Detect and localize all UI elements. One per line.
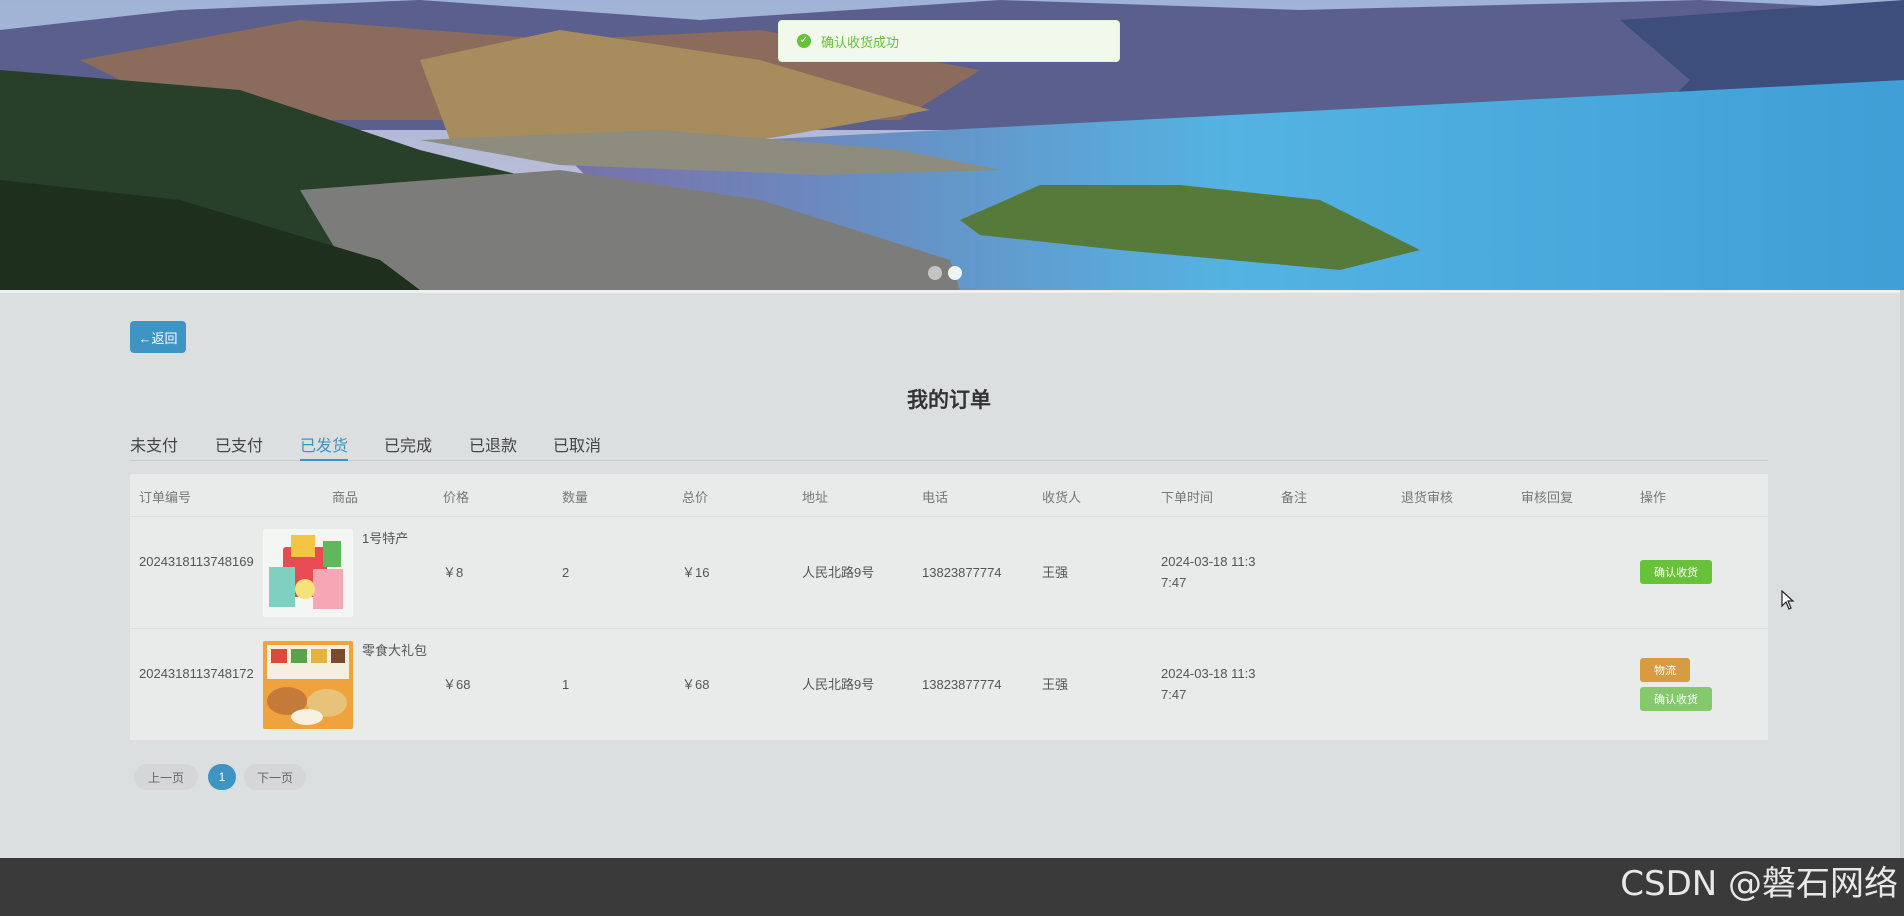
confirm-receipt-button[interactable]: 确认收货 [1640, 560, 1712, 584]
address: 人民北路9号 [802, 677, 875, 692]
logistics-button[interactable]: 物流 [1640, 658, 1690, 682]
header-price: 价格 [443, 490, 470, 505]
carousel-dots[interactable] [928, 266, 962, 280]
header-address: 地址 [802, 490, 829, 505]
order-no: 2024318113748172 [139, 666, 254, 681]
watermark-text: CSDN @磐石网络 [1620, 864, 1898, 904]
phone: 13823877774 [922, 677, 1002, 692]
success-toast: ✓ 确认收货成功 [778, 20, 1120, 62]
scrollbar[interactable] [1900, 290, 1904, 858]
carousel-dot[interactable] [928, 266, 942, 280]
quantity: 2 [562, 565, 570, 580]
confirm-receipt-button[interactable]: 确认收货 [1640, 687, 1712, 711]
header-order-time: 下单时间 [1161, 490, 1214, 505]
order-no: 2024318113748169 [139, 554, 254, 569]
header-return-review: 退货审核 [1401, 490, 1454, 505]
divider [0, 290, 1904, 293]
tab-shipped[interactable]: 已发货 [300, 432, 349, 461]
receiver: 王强 [1042, 677, 1069, 692]
phone: 13823877774 [922, 565, 1002, 580]
header-product: 商品 [332, 490, 359, 505]
quantity: 1 [562, 677, 570, 692]
header-order-no: 订单编号 [139, 490, 192, 505]
order-time: 2024-03-18 11:37:47 [1161, 666, 1256, 702]
header-phone: 电话 [922, 490, 949, 505]
header-review-reply: 审核回复 [1521, 490, 1574, 505]
tab-cancelled[interactable]: 已取消 [553, 432, 601, 459]
product-image[interactable] [263, 641, 353, 729]
header-qty: 数量 [562, 490, 589, 505]
tab-unpaid[interactable]: 未支付 [130, 432, 178, 459]
product-image[interactable] [263, 529, 353, 617]
receiver: 王强 [1042, 565, 1069, 580]
header-actions: 操作 [1640, 490, 1667, 505]
order-status-tabs: 未支付 已支付 已发货 已完成 已退款 已取消 [130, 430, 1768, 461]
header-total: 总价 [682, 490, 709, 505]
footer [0, 858, 1904, 916]
carousel-dot[interactable] [948, 266, 962, 280]
total: ￥16 [682, 565, 710, 580]
tab-completed[interactable]: 已完成 [384, 432, 432, 459]
header-receiver: 收货人 [1042, 490, 1082, 505]
page-number-current[interactable]: 1 [208, 764, 236, 790]
orders-table: 订单编号 商品 价格 数量 总价 地址 电话 收货人 下单时间 备注 退货审核 … [130, 474, 1768, 740]
back-button[interactable]: ←返回 [130, 321, 186, 353]
tab-paid[interactable]: 已支付 [215, 432, 263, 459]
price: ￥68 [443, 677, 471, 692]
total: ￥68 [682, 677, 710, 692]
check-circle-icon: ✓ [797, 34, 811, 48]
table-header: 订单编号 商品 价格 数量 总价 地址 电话 收货人 下单时间 备注 退货审核 … [130, 474, 1768, 517]
tab-refunded[interactable]: 已退款 [469, 432, 517, 459]
table-row: 2024318113748169 1号特产 ￥8 2 ￥16 人民北路9号 13… [130, 517, 1768, 629]
prev-page-button[interactable]: 上一页 [134, 764, 198, 790]
product-name[interactable]: 1号特产 [362, 528, 408, 547]
product-name[interactable]: 零食大礼包 [362, 640, 427, 659]
table-row: 2024318113748172 零食大礼包 ￥68 1 ￥68 人民北路9号 … [130, 629, 1768, 740]
mouse-cursor-icon [1781, 589, 1795, 615]
page-title: 我的订单 [907, 389, 991, 412]
order-time: 2024-03-18 11:37:47 [1161, 554, 1256, 590]
next-page-button[interactable]: 下一页 [244, 764, 306, 790]
address: 人民北路9号 [802, 565, 875, 580]
toast-message: 确认收货成功 [821, 34, 900, 50]
price: ￥8 [443, 565, 464, 580]
header-remark: 备注 [1281, 490, 1308, 505]
